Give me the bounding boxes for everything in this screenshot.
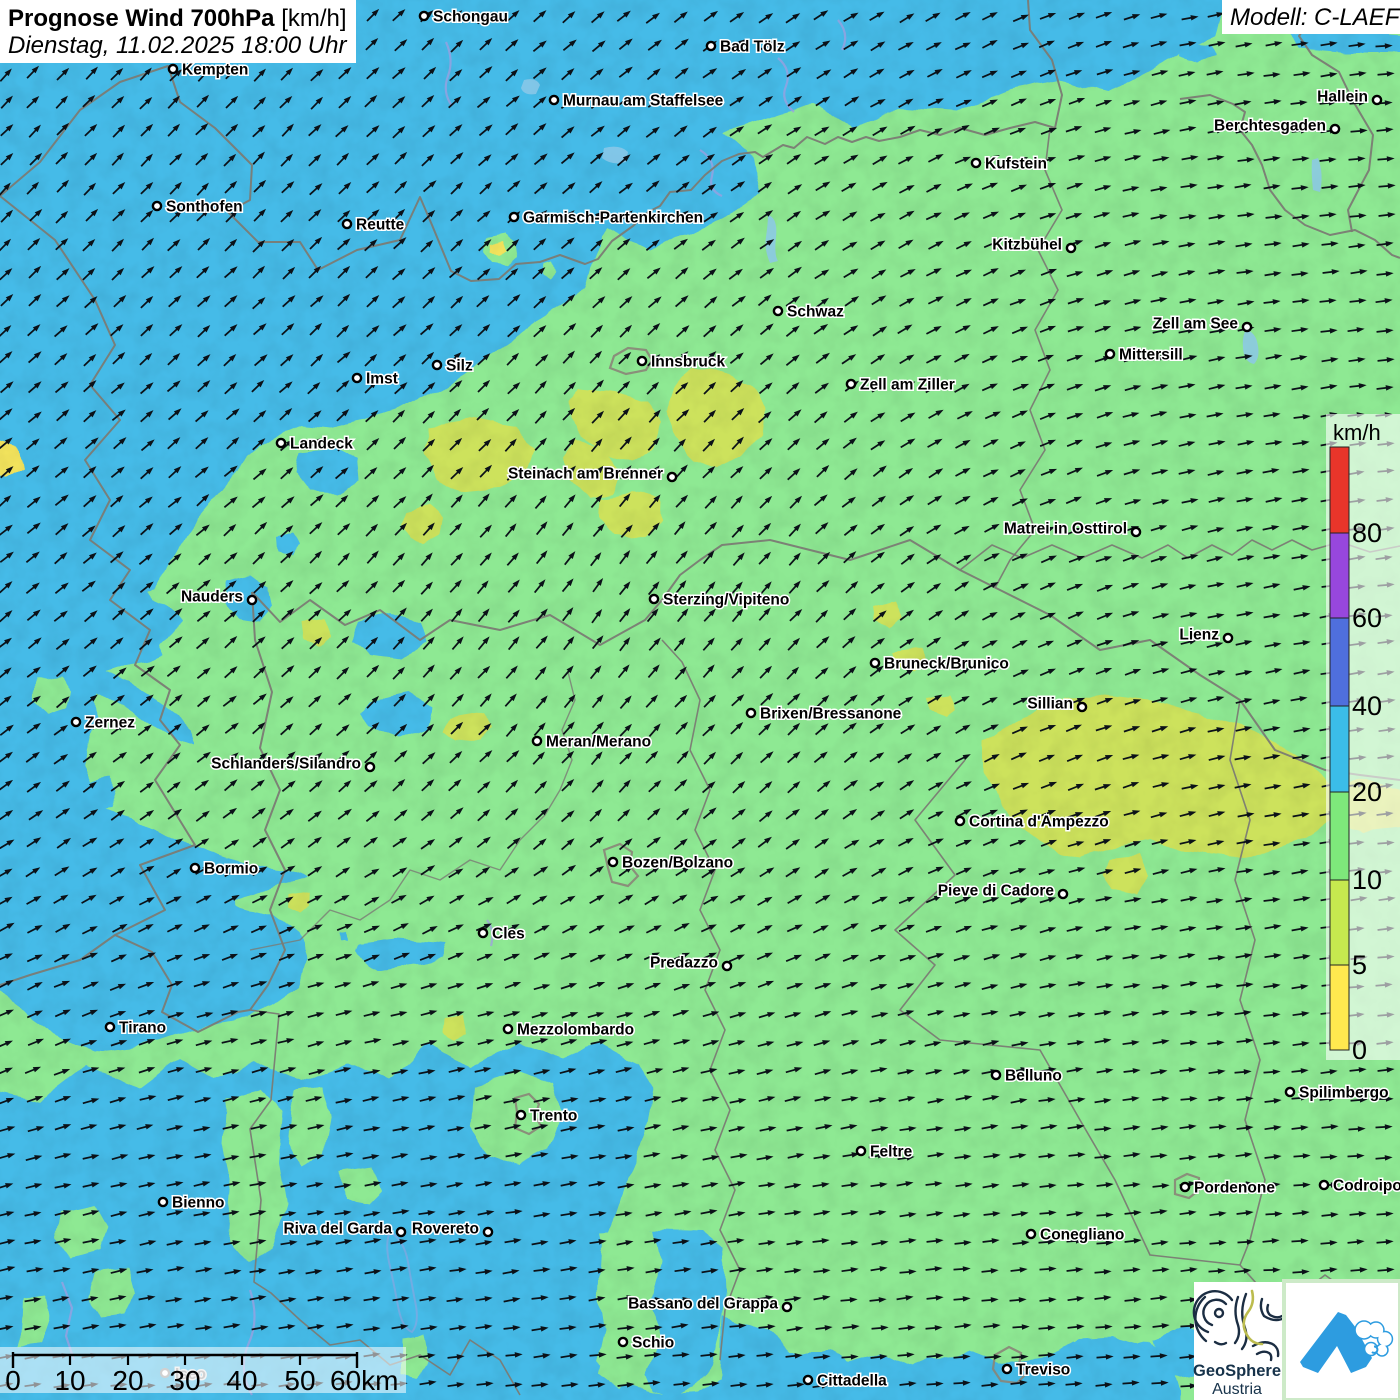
svg-text:Kempten: Kempten [182, 62, 248, 79]
svg-text:5: 5 [1352, 950, 1367, 980]
svg-text:Lienz: Lienz [1179, 627, 1219, 644]
svg-text:Tirano: Tirano [119, 1020, 166, 1037]
svg-text:Bassano del Grappa: Bassano del Grappa [628, 1296, 778, 1313]
svg-text:0: 0 [1352, 1035, 1367, 1065]
svg-text:Meran/Merano: Meran/Merano [546, 734, 651, 751]
svg-text:Innsbruck: Innsbruck [651, 354, 725, 371]
svg-text:Pieve di Cadore: Pieve di Cadore [938, 883, 1055, 900]
svg-text:Reutte: Reutte [356, 217, 405, 234]
svg-text:40: 40 [226, 1365, 257, 1396]
svg-text:Dienstag, 11.02.2025 18:00 Uhr: Dienstag, 11.02.2025 18:00 Uhr [8, 32, 347, 59]
svg-text:60km: 60km [330, 1365, 398, 1396]
svg-text:Trento: Trento [530, 1108, 577, 1125]
svg-text:80: 80 [1352, 518, 1382, 548]
svg-text:20: 20 [112, 1365, 143, 1396]
svg-text:Matrei in Osttirol: Matrei in Osttirol [1004, 521, 1127, 538]
svg-text:Sterzing/Vipiteno: Sterzing/Vipiteno [663, 592, 789, 609]
svg-text:Brixen/Bressanone: Brixen/Bressanone [760, 706, 902, 723]
svg-text:Bienno: Bienno [172, 1195, 225, 1212]
svg-text:60: 60 [1352, 603, 1382, 633]
svg-text:Codroipo: Codroipo [1333, 1178, 1400, 1195]
svg-text:50: 50 [284, 1365, 315, 1396]
svg-text:Bad Tölz: Bad Tölz [720, 39, 785, 56]
svg-text:Bozen/Bolzano: Bozen/Bolzano [622, 855, 733, 872]
svg-text:Conegliano: Conegliano [1040, 1227, 1124, 1244]
svg-text:Schio: Schio [632, 1335, 674, 1352]
svg-text:GeoSphere: GeoSphere [1193, 1362, 1281, 1380]
svg-text:km/h: km/h [1333, 420, 1381, 445]
svg-text:Nauders: Nauders [181, 589, 243, 606]
svg-text:Modell: C-LAEF: Modell: C-LAEF [1230, 4, 1400, 31]
svg-text:10: 10 [54, 1365, 85, 1396]
svg-text:Bruneck/Brunico: Bruneck/Brunico [884, 656, 1009, 673]
svg-text:Bormio: Bormio [204, 861, 258, 878]
svg-text:0: 0 [5, 1365, 21, 1396]
svg-text:40: 40 [1352, 691, 1382, 721]
svg-text:Belluno: Belluno [1005, 1068, 1062, 1085]
svg-text:Mittersill: Mittersill [1119, 347, 1183, 364]
svg-text:Riva del Garda: Riva del Garda [283, 1221, 392, 1238]
svg-text:Landeck: Landeck [290, 436, 353, 453]
svg-text:20: 20 [1352, 777, 1382, 807]
svg-text:Imst: Imst [366, 371, 398, 388]
svg-text:Prognose Wind 700hPa [km/h]: Prognose Wind 700hPa [km/h] [8, 5, 347, 32]
svg-text:Mezzolombardo: Mezzolombardo [517, 1022, 634, 1039]
svg-text:30: 30 [169, 1365, 200, 1396]
svg-text:Cortina d'Ampezzo: Cortina d'Ampezzo [969, 814, 1109, 831]
svg-text:10: 10 [1352, 865, 1382, 895]
svg-text:Hallein: Hallein [1317, 89, 1368, 106]
svg-text:Kufstein: Kufstein [985, 156, 1047, 173]
svg-text:Murnau am Staffelsee: Murnau am Staffelsee [563, 93, 724, 110]
svg-text:Zell am See: Zell am See [1153, 316, 1239, 333]
svg-text:Feltre: Feltre [870, 1144, 913, 1161]
svg-text:Cles: Cles [492, 926, 525, 943]
svg-text:Steinach am Brenner: Steinach am Brenner [508, 466, 663, 483]
svg-text:Pordenone: Pordenone [1194, 1180, 1275, 1197]
svg-text:Berchtesgaden: Berchtesgaden [1214, 118, 1326, 135]
svg-text:Predazzo: Predazzo [650, 955, 718, 972]
svg-text:Schwaz: Schwaz [787, 304, 844, 321]
svg-text:Sillian: Sillian [1027, 696, 1073, 713]
svg-text:Silz: Silz [446, 358, 473, 375]
svg-text:Treviso: Treviso [1016, 1362, 1070, 1379]
svg-text:Garmisch-Partenkirchen: Garmisch-Partenkirchen [523, 210, 703, 227]
svg-text:Kitzbühel: Kitzbühel [992, 237, 1062, 254]
svg-text:Schongau: Schongau [433, 9, 508, 26]
svg-text:Spilimbergo: Spilimbergo [1299, 1085, 1389, 1102]
svg-text:Sonthofen: Sonthofen [166, 199, 243, 216]
svg-text:Austria: Austria [1212, 1381, 1262, 1398]
svg-text:Zernez: Zernez [85, 715, 135, 732]
svg-text:Zell am Ziller: Zell am Ziller [860, 377, 955, 394]
svg-text:Rovereto: Rovereto [412, 1221, 479, 1238]
svg-text:Schlanders/Silandro: Schlanders/Silandro [211, 756, 361, 773]
svg-text:Cittadella: Cittadella [817, 1373, 887, 1390]
